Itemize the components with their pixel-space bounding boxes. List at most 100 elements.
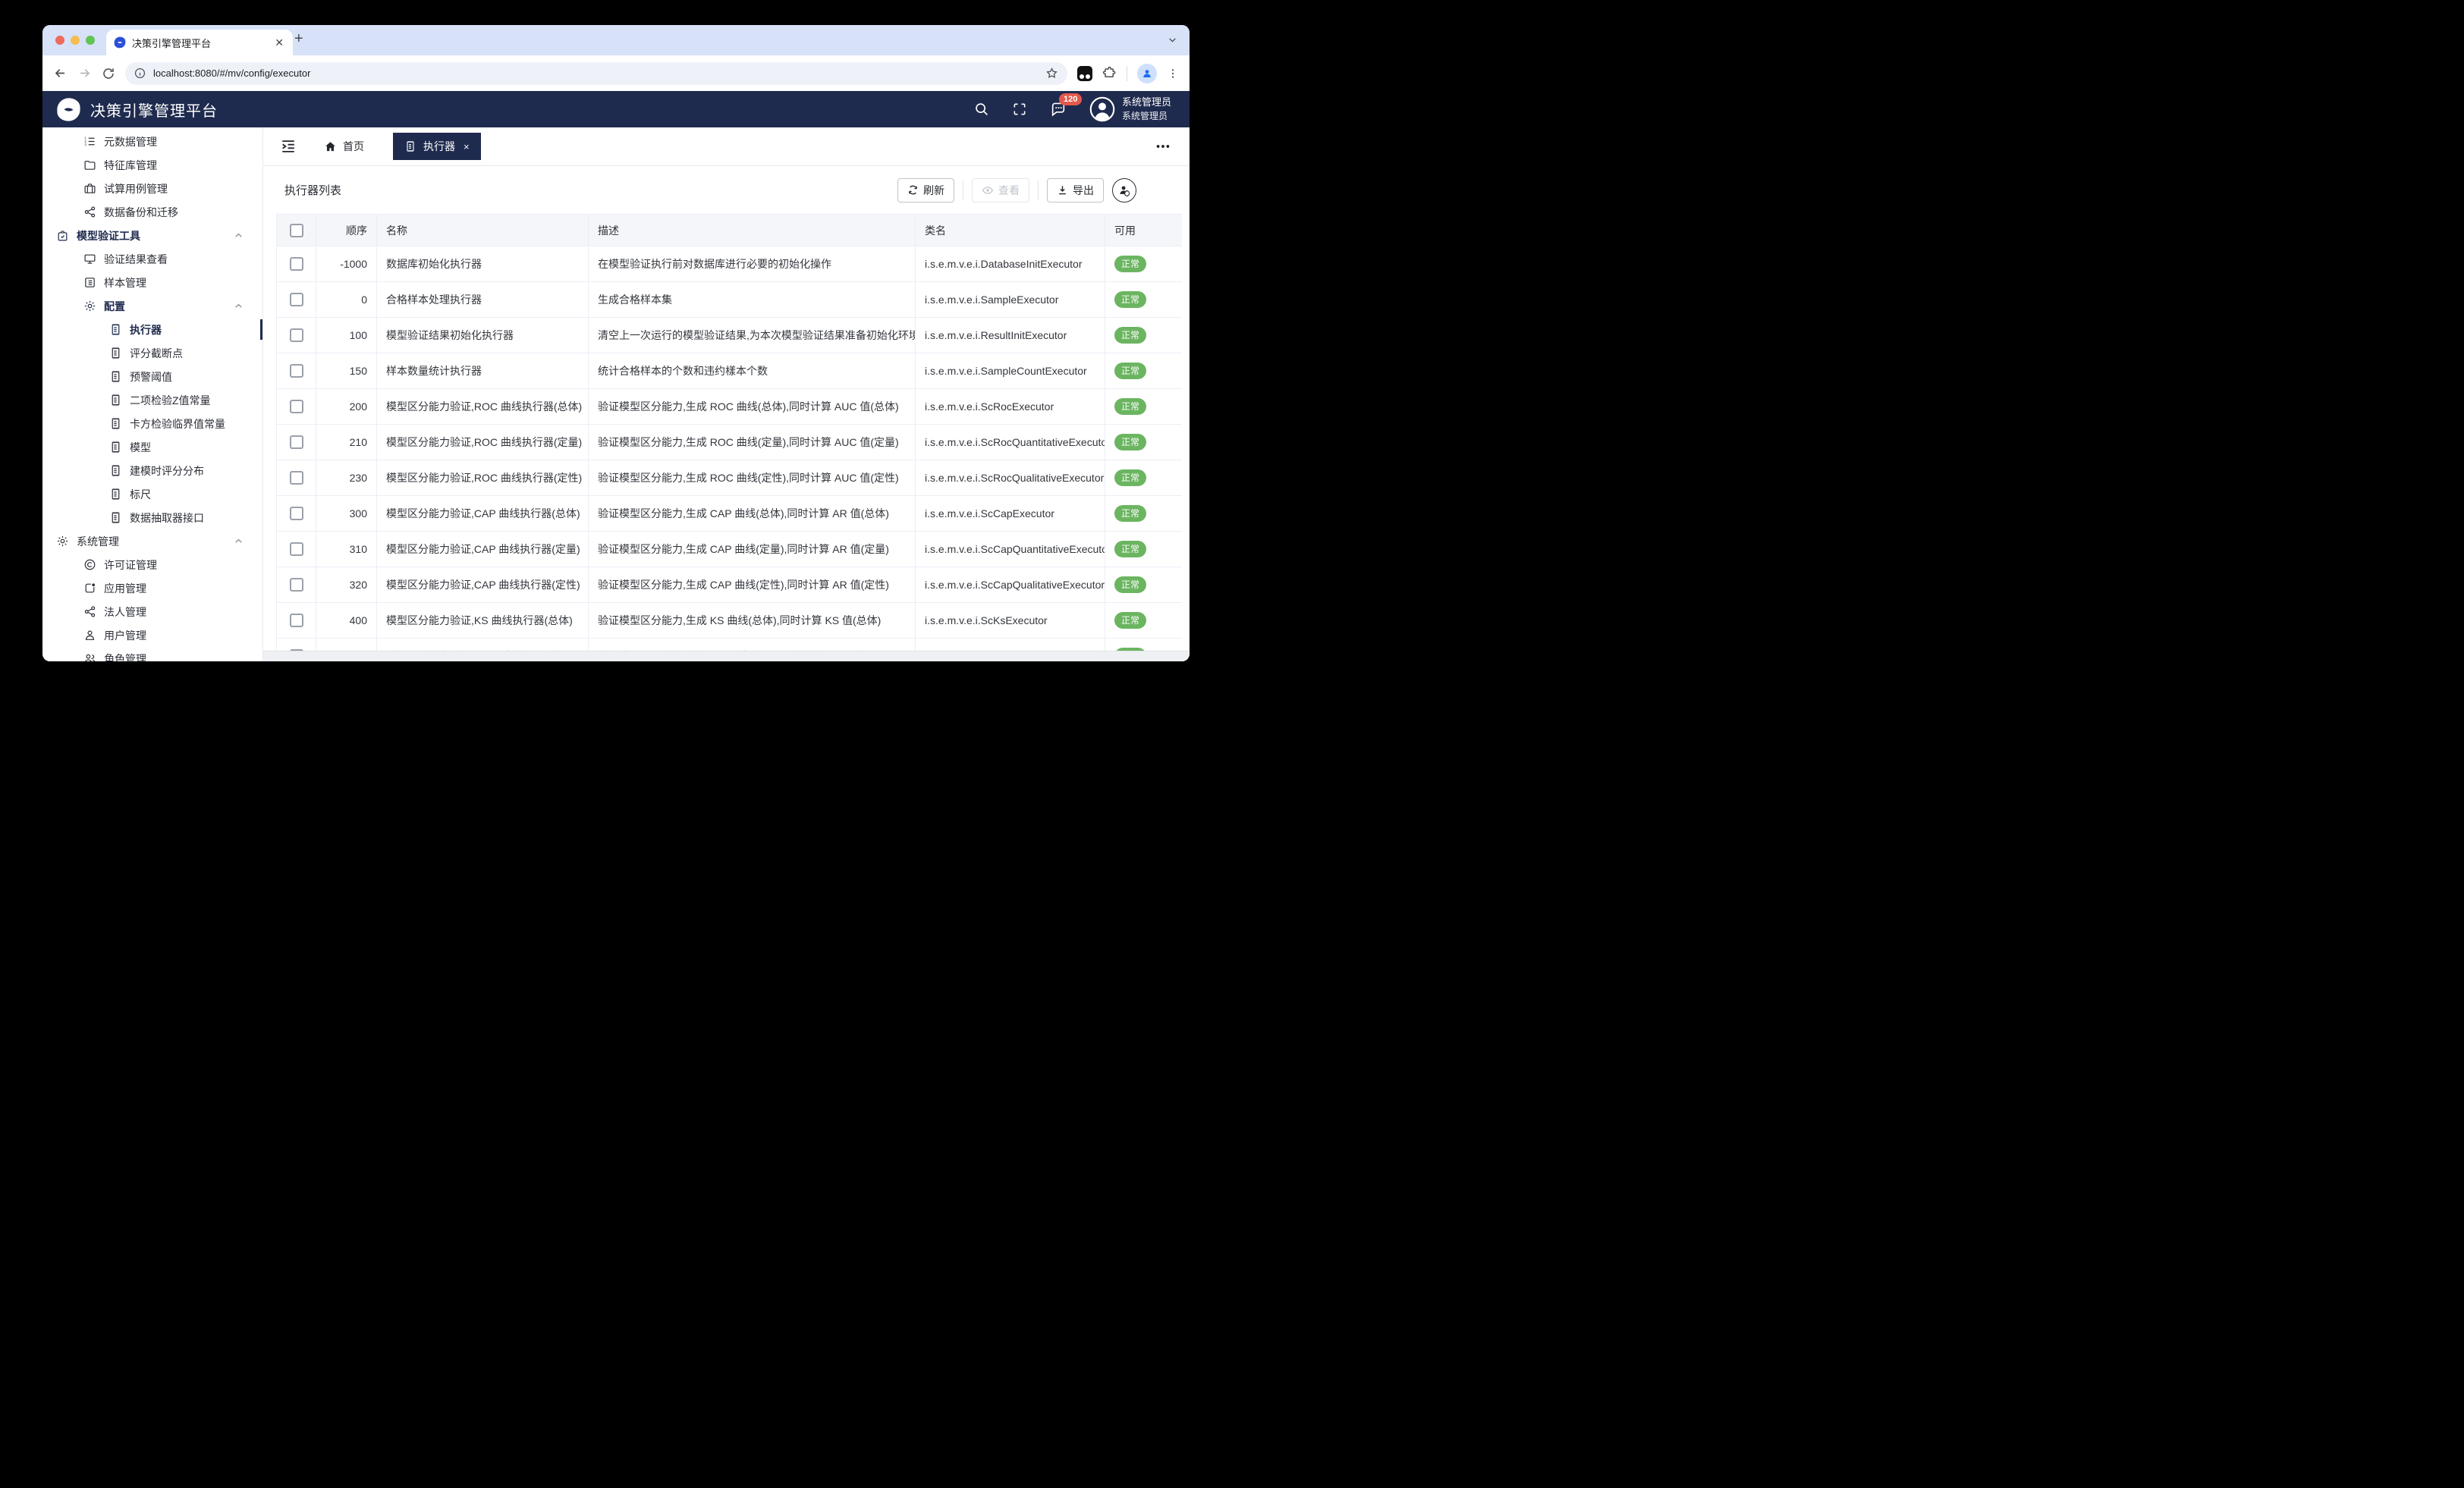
table-row[interactable]: 150样本数量统计执行器统计合格样本的个数和违约樣本个数i.s.e.m.v.e.… — [277, 353, 1183, 389]
export-button[interactable]: 导出 — [1047, 178, 1104, 202]
refresh-button[interactable]: 刷新 — [897, 178, 954, 202]
close-page-tab-icon[interactable]: × — [462, 141, 470, 152]
sidebar-item[interactable]: 执行器 — [42, 318, 262, 341]
chevron-up-icon[interactable] — [234, 301, 244, 311]
messages-button[interactable]: 120 — [1050, 101, 1067, 118]
sidebar-item[interactable]: 卡方检验临界值常量 — [42, 412, 262, 435]
row-checkbox[interactable] — [290, 328, 303, 342]
user-menu[interactable]: 系统管理员 系统管理员 — [1089, 96, 1171, 123]
dark-extension-icon[interactable] — [1077, 66, 1092, 81]
sidebar-item[interactable]: 数据抽取器接口 — [42, 506, 262, 529]
sidebar-item[interactable]: 模型验证工具 — [42, 224, 262, 247]
view-label: 查看 — [998, 183, 1020, 198]
cell-cls: i.s.e.m.v.e.i.ScRocExecutor — [916, 389, 1105, 425]
sidebar-item[interactable]: 评分截断点 — [42, 341, 262, 365]
sidebar-item[interactable]: 建模时评分分布 — [42, 459, 262, 482]
table-row[interactable]: 230模型区分能力验证,ROC 曲线执行器(定性)验证模型区分能力,生成 ROC… — [277, 460, 1183, 496]
view-button[interactable]: 查看 — [972, 178, 1029, 202]
row-checkbox[interactable] — [290, 471, 303, 485]
sidebar-item[interactable]: 特征库管理 — [42, 153, 262, 177]
active-page-tab[interactable]: 执行器 × — [393, 133, 481, 160]
url-text[interactable]: localhost:8080/#/mv/config/executor — [153, 67, 1038, 79]
minimize-window-button[interactable] — [71, 36, 80, 45]
browser-menu-kebab-icon[interactable] — [1167, 67, 1179, 80]
sidebar-item[interactable]: 二项检验Z值常量 — [42, 388, 262, 412]
search-icon[interactable] — [973, 101, 989, 117]
more-menu-icon[interactable] — [1155, 138, 1171, 155]
table-row[interactable]: 320模型区分能力验证,CAP 曲线执行器(定性)验证模型区分能力,生成 CAP… — [277, 567, 1183, 603]
collapse-sidebar-icon[interactable] — [280, 138, 297, 155]
row-checkbox[interactable] — [290, 507, 303, 520]
sidebar-item[interactable]: 系统管理 — [42, 529, 262, 553]
sidebar-item[interactable]: 法人管理 — [42, 600, 262, 623]
row-checkbox[interactable] — [290, 257, 303, 271]
sidebar-item[interactable]: 应用管理 — [42, 576, 262, 600]
cell-name: 模型区分能力验证,CAP 曲线执行器(定量) — [377, 532, 589, 567]
browser-tab[interactable]: 决策引擎管理平台 ✕ — [106, 30, 293, 55]
table-row[interactable]: 210模型区分能力验证,ROC 曲线执行器(定量)验证模型区分能力,生成 ROC… — [277, 425, 1183, 460]
row-checkbox[interactable] — [290, 293, 303, 306]
sidebar-item[interactable]: 预警阈值 — [42, 365, 262, 388]
table-row[interactable]: 0合格样本处理执行器生成合格样本集i.s.e.m.v.e.i.SampleExe… — [277, 282, 1183, 318]
browser-profile-avatar[interactable] — [1137, 64, 1157, 83]
row-checkbox[interactable] — [290, 542, 303, 556]
cell-desc: 验证模型区分能力,生成 CAP 曲线(定性),同时计算 AR 值(定性) — [589, 567, 916, 603]
table-row[interactable]: 310模型区分能力验证,CAP 曲线执行器(定量)验证模型区分能力,生成 CAP… — [277, 532, 1183, 567]
sidebar-item[interactable]: 配置 — [42, 294, 262, 318]
chevron-up-icon[interactable] — [234, 231, 244, 240]
table-row[interactable]: 410模型区分能力验证,KS 曲线执行器(定量)验证模型区分能力,生成 KS 曲… — [277, 639, 1183, 652]
sidebar-item[interactable]: 123元数据管理 — [42, 130, 262, 153]
row-checkbox[interactable] — [290, 614, 303, 627]
row-checkbox-cell — [277, 425, 316, 460]
reload-icon[interactable] — [102, 67, 115, 80]
home-tab-label[interactable]: 首页 — [343, 139, 364, 154]
user-settings-button[interactable] — [1112, 178, 1136, 202]
chevron-up-icon[interactable] — [234, 536, 244, 546]
address-bar[interactable]: localhost:8080/#/mv/config/executor — [125, 62, 1067, 85]
extensions-puzzle-icon[interactable] — [1102, 66, 1117, 80]
forward-icon[interactable] — [77, 66, 92, 80]
back-icon[interactable] — [53, 66, 68, 80]
table-row[interactable]: -1000数据库初始化执行器在模型验证执行前对数据库进行必要的初始化操作i.s.… — [277, 246, 1183, 282]
row-checkbox-cell — [277, 639, 316, 652]
cell-name: 模型区分能力验证,ROC 曲线执行器(总体) — [377, 389, 589, 425]
close-window-button[interactable] — [55, 36, 64, 45]
row-checkbox[interactable] — [290, 435, 303, 449]
cell-status: 正常 — [1105, 532, 1183, 567]
maximize-window-button[interactable] — [86, 36, 95, 45]
cell-status: 正常 — [1105, 246, 1183, 282]
sidebar-item[interactable]: 验证结果查看 — [42, 247, 262, 271]
row-checkbox[interactable] — [290, 578, 303, 592]
sidebar-item[interactable]: 模型 — [42, 435, 262, 459]
cell-cls: i.s.e.m.v.e.i.ScKsQuantitativeExecutor — [916, 639, 1105, 652]
status-badge: 正常 — [1114, 256, 1146, 272]
table-row[interactable]: 200模型区分能力验证,ROC 曲线执行器(总体)验证模型区分能力,生成 ROC… — [277, 389, 1183, 425]
sidebar-item[interactable]: 用户管理 — [42, 623, 262, 647]
table-row[interactable]: 300模型区分能力验证,CAP 曲线执行器(总体)验证模型区分能力,生成 CAP… — [277, 496, 1183, 532]
row-checkbox-cell — [277, 496, 316, 532]
sidebar-item[interactable]: 角色管理 — [42, 647, 262, 661]
horizontal-scrollbar[interactable] — [263, 651, 1190, 661]
breadcrumb-home[interactable]: 首页 — [324, 139, 364, 154]
tab-search-chevron-icon[interactable] — [1168, 35, 1177, 45]
sidebar-item[interactable]: 标尺 — [42, 482, 262, 506]
cell-name: 模型区分能力验证,KS 曲线执行器(定量) — [377, 639, 589, 652]
bookmark-star-icon[interactable] — [1045, 67, 1058, 80]
table-row[interactable]: 100模型验证结果初始化执行器清空上一次运行的模型验证结果,为本次模型验证结果准… — [277, 318, 1183, 353]
page-content: 执行器列表 刷新 查看 — [263, 166, 1190, 661]
tab-close-icon[interactable]: ✕ — [273, 36, 285, 49]
cell-cls: i.s.e.m.v.e.i.ScCapExecutor — [916, 496, 1105, 532]
receipt-icon — [109, 347, 122, 359]
site-info-icon[interactable] — [134, 67, 146, 79]
sidebar-item[interactable]: 许可证管理 — [42, 553, 262, 576]
row-checkbox[interactable] — [290, 364, 303, 378]
sidebar-item[interactable]: 数据备份和迁移 — [42, 200, 262, 224]
sidebar-item[interactable]: 试算用例管理 — [42, 177, 262, 200]
fullscreen-icon[interactable] — [1012, 102, 1027, 117]
row-checkbox[interactable] — [290, 400, 303, 413]
new-tab-button[interactable]: + — [294, 30, 303, 48]
table-row[interactable]: 400模型区分能力验证,KS 曲线执行器(总体)验证模型区分能力,生成 KS 曲… — [277, 603, 1183, 639]
favicon-swirl-icon — [114, 36, 126, 49]
sidebar-item[interactable]: 样本管理 — [42, 271, 262, 294]
select-all-checkbox[interactable] — [290, 224, 303, 237]
